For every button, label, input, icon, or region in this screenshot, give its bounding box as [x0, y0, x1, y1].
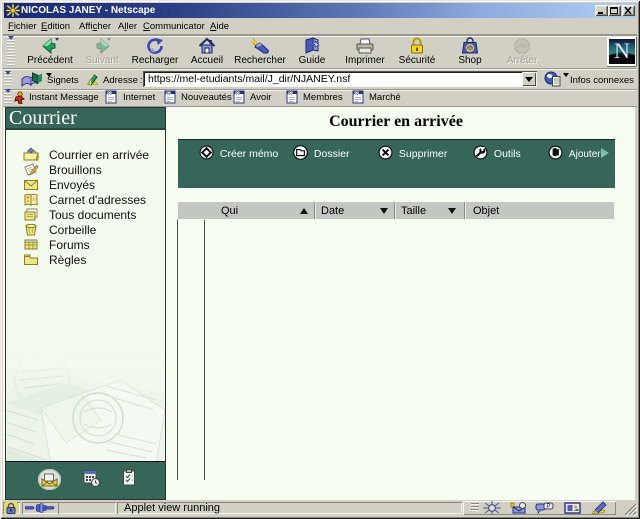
- svg-text:N: N: [355, 91, 358, 96]
- svg-text:N: N: [236, 91, 239, 96]
- svg-text:a: a: [468, 45, 472, 52]
- svg-text:N: N: [614, 38, 630, 63]
- svg-text:N: N: [108, 91, 111, 96]
- svg-text:N: N: [289, 91, 292, 96]
- svg-text:P: P: [546, 504, 550, 510]
- svg-text:N: N: [167, 91, 170, 96]
